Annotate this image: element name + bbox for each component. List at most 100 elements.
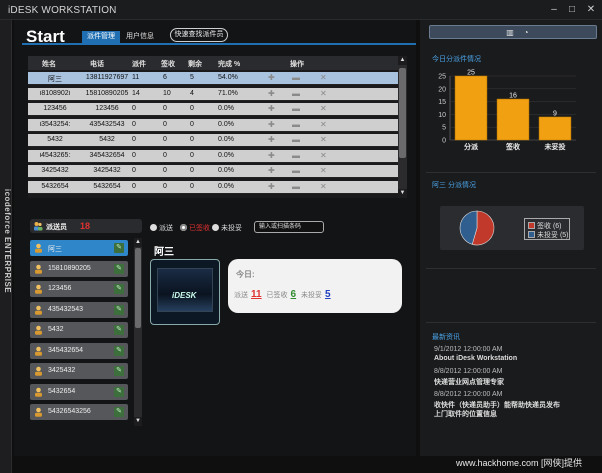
pie-chart-icon[interactable]: ◔ bbox=[520, 27, 532, 39]
delete-icon[interactable]: ✕ bbox=[320, 73, 327, 82]
photo-image: iDESK bbox=[157, 268, 213, 312]
cell-remaining: 0 bbox=[190, 182, 194, 190]
delete-icon[interactable]: ✕ bbox=[320, 166, 327, 175]
courier-list-item[interactable]: 阿三 ✎ bbox=[30, 240, 128, 256]
cell-phone: 435432543 bbox=[89, 120, 125, 128]
signed-count-link[interactable]: 6 bbox=[291, 289, 297, 300]
courier-list-item[interactable]: 54326543256 ✎ bbox=[30, 404, 128, 420]
barcode-input[interactable]: 输入或扫描条码 bbox=[254, 221, 324, 233]
cell-phone: 345432654 bbox=[89, 151, 125, 159]
close-button[interactable]: ✕ bbox=[584, 4, 598, 16]
cell-signed: 0 bbox=[163, 182, 167, 190]
table-row[interactable]: 5432 5432 0 0 0 0.0% ✚ ▬ ✕ bbox=[28, 134, 400, 147]
news-link[interactable]: 快递营业网点管理专家 bbox=[434, 377, 504, 387]
edit-icon[interactable]: ✎ bbox=[114, 263, 124, 274]
table-row[interactable]: 阿三 13811927697 11 6 5 54.0% ✚ ▬ ✕ bbox=[28, 72, 400, 85]
news-date: 8/8/2012 12:00:00 AM bbox=[434, 368, 503, 375]
news-link-continued[interactable]: 上门取件的位置信息 bbox=[434, 409, 497, 419]
courier-scrollbar[interactable]: ▲ ▼ bbox=[134, 238, 142, 426]
tab-user-info[interactable]: 用户信息 bbox=[123, 31, 157, 43]
scroll-up-icon[interactable]: ▲ bbox=[134, 238, 142, 247]
edit-icon[interactable]: ✎ bbox=[114, 366, 124, 376]
cell-name: 5432 bbox=[47, 136, 63, 143]
maximize-button[interactable]: □ bbox=[565, 4, 579, 16]
cell-phone: 5432654 bbox=[93, 182, 121, 190]
news-link[interactable]: About iDesk Workstation bbox=[434, 355, 517, 362]
edit-icon[interactable]: ✚ bbox=[268, 120, 275, 129]
bar-chart-icon[interactable]: ▥ bbox=[504, 27, 516, 39]
edit-icon[interactable]: ✚ bbox=[268, 89, 275, 98]
dispatched-count-link[interactable]: 11 bbox=[251, 289, 262, 300]
courier-list-item[interactable]: 3425432 ✎ bbox=[30, 363, 128, 379]
cell-signed: 6 bbox=[163, 74, 167, 81]
y-tick-label: 0 bbox=[442, 138, 446, 145]
edit-icon[interactable]: ✎ bbox=[114, 407, 124, 417]
table-row[interactable]: 5432654 5432654 0 0 0 0.0% ✚ ▬ ✕ bbox=[28, 180, 400, 194]
person-icon bbox=[35, 325, 42, 335]
table-row[interactable]: 123456 123456 0 0 0 0.0% ✚ ▬ ✕ bbox=[28, 103, 400, 116]
delete-icon[interactable]: ✕ bbox=[320, 151, 327, 160]
edit-icon[interactable]: ✚ bbox=[268, 182, 275, 191]
edit-icon[interactable]: ✚ bbox=[268, 151, 275, 160]
today-label: 今日: bbox=[236, 270, 255, 279]
courier-list-item[interactable]: 15810890205 ✎ bbox=[30, 260, 128, 277]
edit-icon[interactable]: ✎ bbox=[114, 325, 124, 335]
filter-signed-radio[interactable]: 已签收 bbox=[180, 223, 210, 233]
scroll-down-icon[interactable]: ▼ bbox=[134, 417, 142, 426]
pie-chart-title: 阿三 分派情况 bbox=[432, 182, 476, 189]
table-row[interactable]: 3425432 3425432 0 0 0 0.0% ✚ ▬ ✕ bbox=[28, 165, 400, 178]
table-scroll-thumb[interactable] bbox=[399, 68, 406, 158]
delete-icon[interactable]: ✕ bbox=[320, 120, 327, 129]
divider-icon[interactable]: ▬ bbox=[292, 135, 300, 144]
person-icon bbox=[35, 346, 42, 356]
tab-dispatch-management[interactable]: 派件管理 bbox=[82, 31, 120, 43]
divider-icon[interactable]: ▬ bbox=[292, 166, 300, 175]
edit-icon[interactable]: ✎ bbox=[114, 284, 124, 294]
courier-list-item[interactable]: 123456 ✎ bbox=[30, 281, 128, 297]
courier-name: 345432654 bbox=[48, 346, 84, 354]
delete-icon[interactable]: ✕ bbox=[320, 89, 327, 98]
cell-name: i3543254: bbox=[39, 120, 71, 128]
divider-icon[interactable]: ▬ bbox=[292, 151, 300, 160]
minimize-button[interactable]: – bbox=[547, 4, 561, 16]
edit-icon[interactable]: ✎ bbox=[114, 386, 124, 397]
filter-undelivered-radio[interactable]: 未投妥 bbox=[212, 223, 242, 233]
legend-swatch bbox=[528, 222, 535, 229]
courier-list-item[interactable]: 345432654 ✎ bbox=[30, 342, 128, 359]
divider-icon[interactable]: ▬ bbox=[292, 120, 300, 129]
cell-name: 5432654 bbox=[41, 182, 69, 190]
courier-list-item[interactable]: 5432 ✎ bbox=[30, 322, 128, 338]
undelivered-count-link[interactable]: 5 bbox=[325, 289, 331, 300]
edit-icon[interactable]: ✚ bbox=[268, 135, 275, 144]
divider-icon[interactable]: ▬ bbox=[292, 104, 300, 113]
scroll-up-icon[interactable]: ▲ bbox=[398, 56, 407, 65]
pie-legend: 签收 (6) 未投妥 (5) bbox=[524, 218, 570, 240]
edit-icon[interactable]: ✎ bbox=[114, 345, 124, 356]
scroll-down-icon[interactable]: ▼ bbox=[398, 189, 407, 198]
delete-icon[interactable]: ✕ bbox=[320, 135, 327, 144]
filter-dispatched-radio[interactable]: 派送 bbox=[150, 223, 173, 233]
person-icon bbox=[35, 387, 42, 397]
quick-find-courier-button[interactable]: 快速查找派件员 bbox=[170, 28, 228, 42]
divider-icon[interactable]: ▬ bbox=[292, 182, 300, 191]
table-row[interactable]: i3543254: 435432543 0 0 0 0.0% ✚ ▬ ✕ bbox=[28, 118, 400, 132]
cell-dispatched: 14 bbox=[132, 89, 140, 97]
person-icon bbox=[35, 407, 42, 417]
table-row[interactable]: i4543265: 345432654 0 0 0 0.0% ✚ ▬ ✕ bbox=[28, 149, 400, 163]
delete-icon[interactable]: ✕ bbox=[320, 182, 327, 191]
table-header: 姓名 电话 派件 签收 剩余 完成 % 操作 bbox=[28, 56, 400, 70]
delete-icon[interactable]: ✕ bbox=[320, 104, 327, 113]
table-scrollbar[interactable]: ▲ ▼ bbox=[398, 56, 407, 198]
divider-icon[interactable]: ▬ bbox=[292, 89, 300, 98]
table-row[interactable]: i8108902i 15810890205 14 10 4 71.0% ✚ ▬ ✕ bbox=[28, 87, 400, 101]
edit-icon[interactable]: ✚ bbox=[268, 104, 275, 113]
divider-icon[interactable]: ▬ bbox=[292, 73, 300, 82]
edit-icon[interactable]: ✎ bbox=[114, 243, 124, 253]
radio-icon bbox=[212, 224, 219, 231]
courier-list-item[interactable]: 5432654 ✎ bbox=[30, 383, 128, 400]
courier-scroll-thumb[interactable] bbox=[135, 248, 141, 328]
edit-icon[interactable]: ✚ bbox=[268, 73, 275, 82]
edit-icon[interactable]: ✚ bbox=[268, 166, 275, 175]
edit-icon[interactable]: ✎ bbox=[114, 304, 124, 315]
courier-list-item[interactable]: 435432543 ✎ bbox=[30, 301, 128, 318]
